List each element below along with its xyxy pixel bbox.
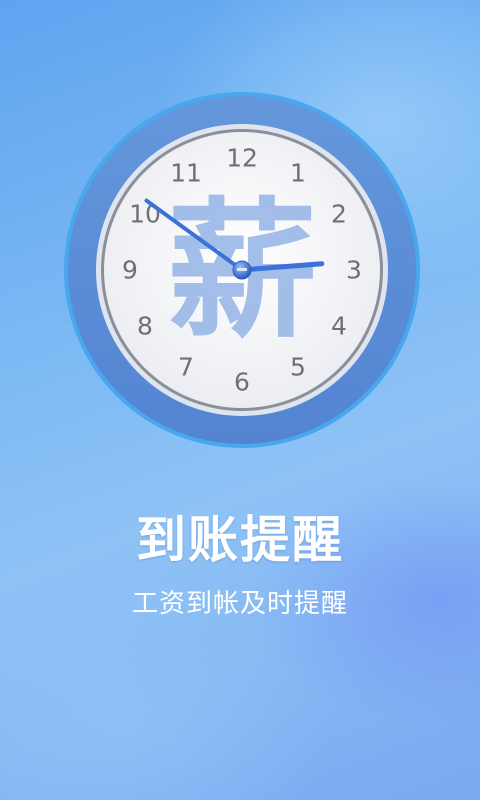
clock-numeral-11: 11 — [170, 159, 202, 188]
clock-numeral-1: 1 — [290, 159, 306, 188]
clock-illustration: 薪 12 1 2 3 4 5 6 7 8 9 10 11 — [62, 90, 422, 450]
splash-subtitle: 工资到帐及时提醒 — [131, 589, 348, 619]
clock-numeral-12: 12 — [226, 144, 258, 173]
clock-center-knob-highlight — [237, 268, 247, 271]
splash-screen: 薪 12 1 2 3 4 5 6 7 8 9 10 11 到账提醒 工资到帐及时提醒 — [0, 0, 480, 800]
clock-numeral-9: 9 — [122, 256, 138, 285]
clock-numeral-7: 7 — [178, 353, 194, 382]
clock-numeral-2: 2 — [331, 200, 347, 229]
clock-numeral-8: 8 — [137, 312, 153, 341]
splash-title: 到账提醒 — [136, 511, 344, 569]
clock-numeral-3: 3 — [346, 256, 362, 285]
clock-numeral-4: 4 — [331, 312, 347, 341]
clock-numeral-10: 10 — [129, 200, 161, 229]
clock-numeral-5: 5 — [290, 353, 306, 382]
clock-numeral-6: 6 — [234, 368, 250, 397]
clock-svg: 薪 121234567891011 — [64, 92, 420, 448]
